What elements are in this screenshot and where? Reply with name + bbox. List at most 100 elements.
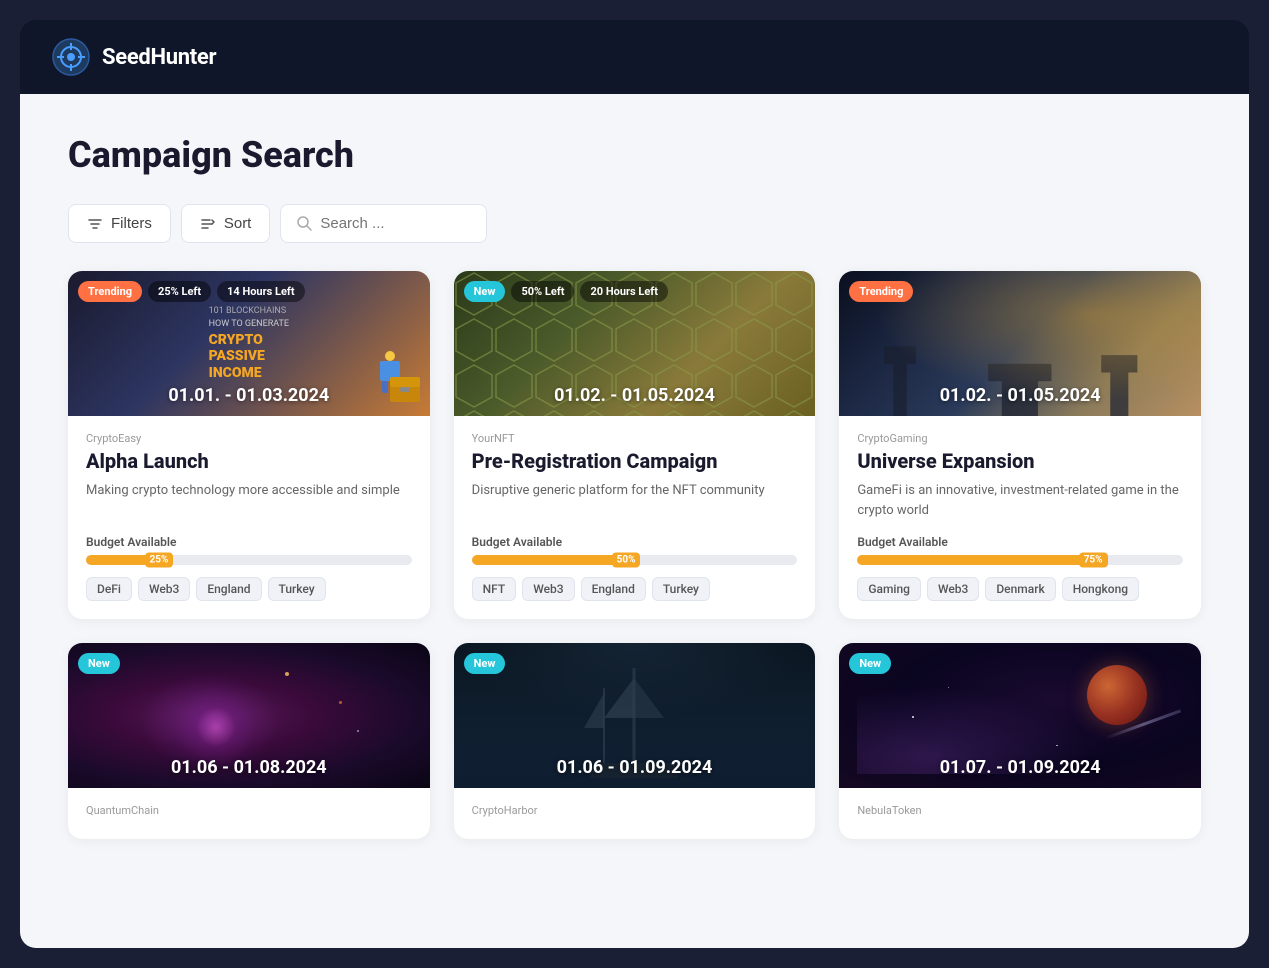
campaign-card-5[interactable]: New 01.06 - 01.09.2024 CryptoHarbor <box>454 643 816 839</box>
sort-icon <box>200 216 216 232</box>
card1-budget-label: Budget Available <box>86 535 412 549</box>
card-image-2: New 50% Left 20 Hours Left 01.02. - 01.0… <box>454 271 816 416</box>
card3-progress-fill: 75% <box>857 555 1101 565</box>
tag-web3-2: Web3 <box>522 577 574 601</box>
campaign-card-6[interactable]: New 01.07. - 01.09.2024 NebulaToken <box>839 643 1201 839</box>
campaign-card-3[interactable]: Trending 01.02. - 01.05.2024 CryptoGamin… <box>839 271 1201 619</box>
badge-new-6: New <box>849 653 891 674</box>
card3-date: 01.02. - 01.05.2024 <box>839 375 1201 416</box>
badge-trending-1: Trending <box>78 281 142 302</box>
sort-button[interactable]: Sort <box>181 204 271 243</box>
card1-budget: Budget Available 25% <box>86 535 412 565</box>
card3-tags: Gaming Web3 Denmark Hongkong <box>857 577 1183 601</box>
tag-web3-1: Web3 <box>138 577 190 601</box>
card6-date: 01.07. - 01.09.2024 <box>839 747 1201 788</box>
card6-brand: NebulaToken <box>857 804 1183 817</box>
card5-date: 01.06 - 01.09.2024 <box>454 747 816 788</box>
tag-web3-3: Web3 <box>927 577 979 601</box>
card3-budget-label: Budget Available <box>857 535 1183 549</box>
card1-how-text: HOW TO GENERATE <box>209 318 289 328</box>
card2-title: Pre-Registration Campaign <box>472 449 798 473</box>
card-image-1: 101 Blockchains HOW TO GENERATE CRYPTOPA… <box>68 271 430 416</box>
badge-time-1: 14 Hours Left <box>217 281 304 302</box>
campaign-card-1[interactable]: 101 Blockchains HOW TO GENERATE CRYPTOPA… <box>68 271 430 619</box>
tag-turkey-2: Turkey <box>652 577 710 601</box>
card4-date: 01.06 - 01.08.2024 <box>68 747 430 788</box>
card3-body: CryptoGaming Universe Expansion GameFi i… <box>839 416 1201 619</box>
tag-england-2: England <box>581 577 646 601</box>
card3-title: Universe Expansion <box>857 449 1183 473</box>
card2-badge-row: New 50% Left 20 Hours Left <box>464 281 668 302</box>
navbar: SeedHunter <box>20 20 1249 94</box>
card3-progress-label: 75% <box>1079 553 1108 568</box>
card-image-5: New 01.06 - 01.09.2024 <box>454 643 816 788</box>
card6-body: NebulaToken <box>839 788 1201 839</box>
badge-time-2: 20 Hours Left <box>580 281 667 302</box>
badge-pct-1: 25% Left <box>148 281 211 302</box>
card1-sub-text: 101 Blockchains <box>209 305 289 315</box>
main-content: Campaign Search Filters Sort <box>20 94 1249 948</box>
card2-progress-label: 50% <box>612 553 641 568</box>
card4-body: QuantumChain <box>68 788 430 839</box>
card3-badge-row: Trending <box>849 281 913 302</box>
filters-icon <box>87 216 103 232</box>
app-name: SeedHunter <box>102 45 216 70</box>
cards-grid: 101 Blockchains HOW TO GENERATE CRYPTOPA… <box>68 271 1201 839</box>
card5-body: CryptoHarbor <box>454 788 816 839</box>
tag-hongkong: Hongkong <box>1062 577 1139 601</box>
search-icon <box>297 216 312 231</box>
card-image-4: New 01.06 - 01.08.2024 <box>68 643 430 788</box>
toolbar: Filters Sort <box>68 204 1201 243</box>
card2-body: YourNFT Pre-Registration Campaign Disrup… <box>454 416 816 619</box>
sort-label: Sort <box>224 215 252 232</box>
campaign-card-4[interactable]: New 01.06 - 01.08.2024 QuantumChain <box>68 643 430 839</box>
card2-progress-fill: 50% <box>472 555 635 565</box>
search-input[interactable] <box>320 215 470 232</box>
search-input-wrap[interactable] <box>280 204 487 243</box>
card3-desc: GameFi is an innovative, investment-rela… <box>857 481 1183 521</box>
page-title: Campaign Search <box>68 134 1201 176</box>
card2-budget: Budget Available 50% <box>472 535 798 565</box>
card3-progress-bg: 75% <box>857 555 1183 565</box>
card2-brand: YourNFT <box>472 432 798 445</box>
card1-progress-bg: 25% <box>86 555 412 565</box>
card1-title: Alpha Launch <box>86 449 412 473</box>
filters-label: Filters <box>111 215 152 232</box>
tag-denmark: Denmark <box>985 577 1055 601</box>
tag-defi: DeFi <box>86 577 132 601</box>
tag-nft: NFT <box>472 577 517 601</box>
card1-date: 01.01. - 01.03.2024 <box>68 375 430 416</box>
card3-brand: CryptoGaming <box>857 432 1183 445</box>
logo-icon <box>52 38 90 76</box>
app-wrapper: SeedHunter Campaign Search Filters <box>20 20 1249 948</box>
card6-badge-row: New <box>849 653 891 674</box>
campaign-card-2[interactable]: New 50% Left 20 Hours Left 01.02. - 01.0… <box>454 271 816 619</box>
card4-badge-row: New <box>78 653 120 674</box>
card4-brand: QuantumChain <box>86 804 412 817</box>
badge-new-4: New <box>78 653 120 674</box>
card2-desc: Disruptive generic platform for the NFT … <box>472 481 798 521</box>
card1-body: CryptoEasy Alpha Launch Making crypto te… <box>68 416 430 619</box>
card2-budget-label: Budget Available <box>472 535 798 549</box>
card1-badge-row: Trending 25% Left 14 Hours Left <box>78 281 305 302</box>
card3-budget: Budget Available 75% <box>857 535 1183 565</box>
card-image-6: New 01.07. - 01.09.2024 <box>839 643 1201 788</box>
card1-desc: Making crypto technology more accessible… <box>86 481 412 521</box>
badge-pct-2: 50% Left <box>511 281 574 302</box>
card2-date: 01.02. - 01.05.2024 <box>454 375 816 416</box>
card1-progress-label: 25% <box>145 553 174 568</box>
tag-gaming: Gaming <box>857 577 921 601</box>
card5-badge-row: New <box>464 653 506 674</box>
badge-new-2: New <box>464 281 506 302</box>
badge-new-5: New <box>464 653 506 674</box>
card5-brand: CryptoHarbor <box>472 804 798 817</box>
card1-brand: CryptoEasy <box>86 432 412 445</box>
card1-tags: DeFi Web3 England Turkey <box>86 577 412 601</box>
tag-england-1: England <box>196 577 261 601</box>
card-image-3: Trending 01.02. - 01.05.2024 <box>839 271 1201 416</box>
card2-progress-bg: 50% <box>472 555 798 565</box>
card1-progress-fill: 25% <box>86 555 167 565</box>
filters-button[interactable]: Filters <box>68 204 171 243</box>
card2-tags: NFT Web3 England Turkey <box>472 577 798 601</box>
tag-turkey-1: Turkey <box>268 577 326 601</box>
